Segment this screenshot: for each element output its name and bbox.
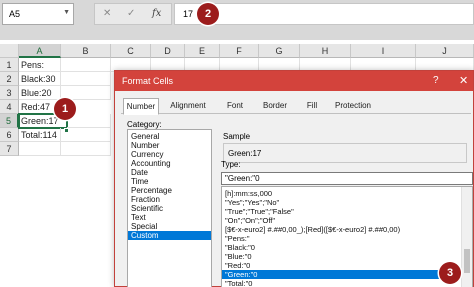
category-item[interactable]: General [128,132,211,141]
cell-b7[interactable] [61,142,111,156]
row-header-7[interactable]: 7 [0,142,19,156]
category-item[interactable]: Percentage [128,186,211,195]
cell-b1[interactable] [61,58,111,72]
type-list-item[interactable]: [h]:mm:ss,000 [222,189,460,198]
column-header-j[interactable]: J [416,44,474,58]
formula-value: 17 [183,9,194,19]
column-header-a[interactable]: A [19,44,61,58]
type-list-scrollbar[interactable] [461,187,472,287]
tab-font[interactable]: Font [221,98,249,113]
column-header-f[interactable]: F [220,44,259,58]
select-all-corner[interactable] [0,44,19,58]
callout-badge-1: 1 [54,98,76,120]
category-item[interactable]: Currency [128,150,211,159]
row-header-1[interactable]: 1 [0,58,19,72]
category-item[interactable]: Accounting [128,159,211,168]
cell-a7[interactable] [19,142,61,156]
type-list-item[interactable]: "Total:"0 [222,279,460,287]
callout-badge-2: 2 [197,3,219,25]
category-item[interactable]: Special [128,222,211,231]
dialog-title: Format Cells [122,76,174,86]
cell-b5[interactable] [67,114,111,128]
tab-alignment[interactable]: Alignment [163,98,213,113]
column-header-d[interactable]: D [151,44,185,58]
type-list-item-selected[interactable]: "Green:"0 [222,270,460,279]
sample-box: Green:17 [223,143,467,163]
formula-buttons: ✕ ✓ fx [94,3,172,25]
type-input-value: "Green:"0 [225,174,260,183]
column-header-c[interactable]: C [111,44,151,58]
help-icon[interactable]: ? [433,75,439,86]
row-header-4[interactable]: 4 [0,100,19,114]
column-header-e[interactable]: E [185,44,220,58]
name-box[interactable]: A5 ▼ [2,3,74,25]
cell-a1[interactable]: Pens: [19,58,61,72]
tab-border[interactable]: Border [255,98,295,113]
row-header-6[interactable]: 6 [0,128,19,142]
row-header-3[interactable]: 3 [0,86,19,100]
cell-b6[interactable] [61,128,111,142]
dialog-tabs: Number Alignment Font Border Fill Protec… [121,98,471,115]
type-label: Type: [221,160,241,169]
category-list[interactable]: General Number Currency Accounting Date … [127,129,212,287]
type-list-item[interactable]: "Black:"0 [222,243,460,252]
sample-label: Sample [223,132,251,141]
column-header-h[interactable]: H [300,44,351,58]
insert-function-icon[interactable]: fx [152,8,161,19]
type-input[interactable]: "Green:"0 [221,172,473,185]
type-list-item[interactable]: "Pens:" [222,234,460,243]
tab-number[interactable]: Number [123,98,159,115]
category-item[interactable]: Text [128,213,211,222]
formula-input[interactable]: 17 [174,3,474,25]
enter-icon[interactable]: ✓ [127,8,135,19]
name-box-value: A5 [9,9,21,19]
type-list[interactable]: [h]:mm:ss,000 "Yes";"Yes";"No" "True";"T… [221,186,473,287]
format-cells-dialog: Format Cells ? ✕ Number Alignment Font B… [114,70,474,287]
type-list-item[interactable]: "On";"On";"Off" [222,216,460,225]
row-header-5[interactable]: 5 [0,114,19,128]
type-list-item[interactable]: [$€-x-euro2] #.##0,00_);[Red]([$€-x-euro… [222,225,460,234]
type-list-item[interactable]: "Yes";"Yes";"No" [222,198,460,207]
callout-badge-3: 3 [439,262,461,284]
type-list-item[interactable]: "True";"True";"False" [222,207,460,216]
category-item[interactable]: Date [128,168,211,177]
category-label: Category: [127,120,162,129]
cell-a3[interactable]: Blue:20 [19,86,61,100]
cell-b2[interactable] [61,72,111,86]
close-icon[interactable]: ✕ [459,74,468,87]
tab-fill[interactable]: Fill [301,98,323,113]
category-item[interactable]: Fraction [128,195,211,204]
type-list-item[interactable]: "Red:"0 [222,261,460,270]
category-item[interactable]: Number [128,141,211,150]
category-item-selected[interactable]: Custom [128,231,211,240]
chevron-down-icon[interactable]: ▼ [63,9,70,16]
cell-a2[interactable]: Black:30 [19,72,61,86]
sample-value: Green:17 [228,149,262,158]
scrollbar-thumb[interactable] [464,249,470,273]
category-item[interactable]: Time [128,177,211,186]
column-header-i[interactable]: I [351,44,416,58]
row-header-2[interactable]: 2 [0,72,19,86]
cell-a6[interactable]: Total:114 [19,128,61,142]
column-header-g[interactable]: G [259,44,300,58]
formula-bar: A5 ▼ ✕ ✓ fx 17 2 [0,0,474,40]
dialog-title-bar[interactable]: Format Cells ? ✕ [115,71,473,91]
cancel-icon[interactable]: ✕ [103,8,111,19]
column-header-b[interactable]: B [61,44,111,58]
type-list-item[interactable]: "Blue:"0 [222,252,460,261]
tab-protection[interactable]: Protection [329,98,377,113]
category-item[interactable]: Scientific [128,204,211,213]
